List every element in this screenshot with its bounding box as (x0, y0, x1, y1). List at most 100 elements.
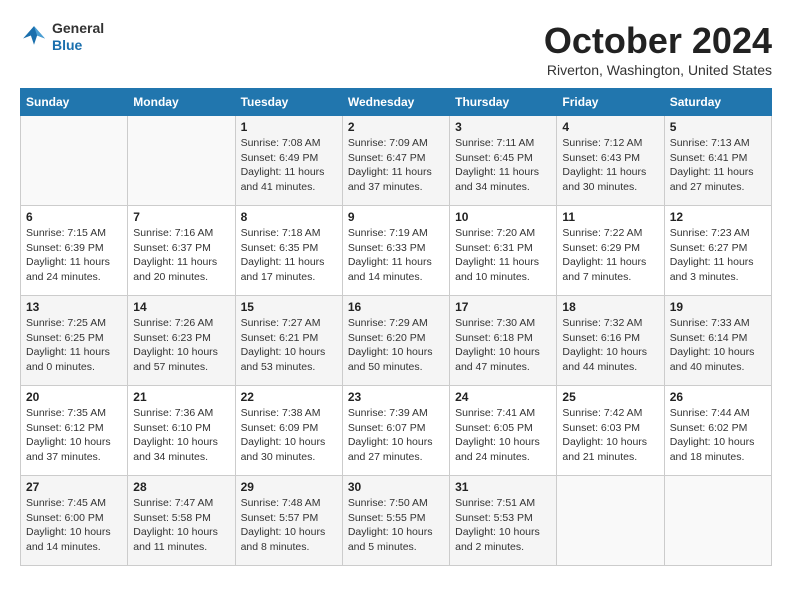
logo-bird-icon (20, 23, 48, 51)
day-number: 24 (455, 390, 551, 404)
day-number: 28 (133, 480, 229, 494)
calendar-day-28: 28 Sunrise: 7:47 AMSunset: 5:58 PMDayligh… (128, 476, 235, 566)
calendar-day-21: 21 Sunrise: 7:36 AMSunset: 6:10 PMDayligh… (128, 386, 235, 476)
day-detail: Sunrise: 7:50 AMSunset: 5:55 PMDaylight:… (348, 496, 444, 555)
calendar-week-row: 13 Sunrise: 7:25 AMSunset: 6:25 PMDayligh… (21, 296, 772, 386)
calendar-day-26: 26 Sunrise: 7:44 AMSunset: 6:02 PMDayligh… (664, 386, 771, 476)
day-detail: Sunrise: 7:22 AMSunset: 6:29 PMDaylight:… (562, 226, 658, 285)
page-header: General Blue October 2024 Riverton, Wash… (20, 20, 772, 78)
day-detail: Sunrise: 7:29 AMSunset: 6:20 PMDaylight:… (348, 316, 444, 375)
day-number: 26 (670, 390, 766, 404)
calendar-day-16: 16 Sunrise: 7:29 AMSunset: 6:20 PMDayligh… (342, 296, 449, 386)
calendar-week-row: 20 Sunrise: 7:35 AMSunset: 6:12 PMDayligh… (21, 386, 772, 476)
calendar-empty-cell (21, 116, 128, 206)
calendar-day-4: 4 Sunrise: 7:12 AMSunset: 6:43 PMDaylight… (557, 116, 664, 206)
calendar-day-13: 13 Sunrise: 7:25 AMSunset: 6:25 PMDayligh… (21, 296, 128, 386)
day-detail: Sunrise: 7:23 AMSunset: 6:27 PMDaylight:… (670, 226, 766, 285)
day-number: 7 (133, 210, 229, 224)
day-number: 13 (26, 300, 122, 314)
calendar-day-24: 24 Sunrise: 7:41 AMSunset: 6:05 PMDayligh… (450, 386, 557, 476)
calendar-empty-cell (557, 476, 664, 566)
calendar-day-30: 30Sunrise: 7:50 AMSunset: 5:55 PMDayligh… (342, 476, 449, 566)
day-detail: Sunrise: 7:47 AMSunset: 5:58 PMDaylight:… (133, 496, 229, 555)
calendar-day-7: 7 Sunrise: 7:16 AMSunset: 6:37 PMDaylight… (128, 206, 235, 296)
day-detail: Sunrise: 7:20 AMSunset: 6:31 PMDaylight:… (455, 226, 551, 285)
day-detail: Sunrise: 7:42 AMSunset: 6:03 PMDaylight:… (562, 406, 658, 465)
day-detail: Sunrise: 7:41 AMSunset: 6:05 PMDaylight:… (455, 406, 551, 465)
day-number: 27 (26, 480, 122, 494)
day-number: 29 (241, 480, 337, 494)
day-number: 8 (241, 210, 337, 224)
day-number: 5 (670, 120, 766, 134)
day-detail: Sunrise: 7:09 AMSunset: 6:47 PMDaylight:… (348, 136, 444, 195)
day-number: 31 (455, 480, 551, 494)
day-number: 12 (670, 210, 766, 224)
calendar-empty-cell (664, 476, 771, 566)
day-number: 15 (241, 300, 337, 314)
calendar-day-9: 9 Sunrise: 7:19 AMSunset: 6:33 PMDaylight… (342, 206, 449, 296)
weekday-header-tuesday: Tuesday (235, 89, 342, 116)
calendar-week-row: 6 Sunrise: 7:15 AMSunset: 6:39 PMDaylight… (21, 206, 772, 296)
logo-text: General Blue (52, 20, 104, 54)
day-number: 2 (348, 120, 444, 134)
calendar-day-23: 23 Sunrise: 7:39 AMSunset: 6:07 PMDayligh… (342, 386, 449, 476)
calendar-header-row: SundayMondayTuesdayWednesdayThursdayFrid… (21, 89, 772, 116)
logo: General Blue (20, 20, 104, 54)
day-detail: Sunrise: 7:44 AMSunset: 6:02 PMDaylight:… (670, 406, 766, 465)
day-detail: Sunrise: 7:27 AMSunset: 6:21 PMDaylight:… (241, 316, 337, 375)
day-detail: Sunrise: 7:25 AMSunset: 6:25 PMDaylight:… (26, 316, 122, 375)
day-number: 6 (26, 210, 122, 224)
day-number: 21 (133, 390, 229, 404)
day-number: 10 (455, 210, 551, 224)
calendar-empty-cell (128, 116, 235, 206)
calendar-day-2: 2 Sunrise: 7:09 AMSunset: 6:47 PMDaylight… (342, 116, 449, 206)
calendar-day-10: 10 Sunrise: 7:20 AMSunset: 6:31 PMDayligh… (450, 206, 557, 296)
day-detail: Sunrise: 7:08 AMSunset: 6:49 PMDaylight:… (241, 136, 337, 195)
day-detail: Sunrise: 7:38 AMSunset: 6:09 PMDaylight:… (241, 406, 337, 465)
day-number: 22 (241, 390, 337, 404)
day-number: 4 (562, 120, 658, 134)
day-detail: Sunrise: 7:15 AMSunset: 6:39 PMDaylight:… (26, 226, 122, 285)
day-detail: Sunrise: 7:16 AMSunset: 6:37 PMDaylight:… (133, 226, 229, 285)
calendar-day-19: 19Sunrise: 7:33 AMSunset: 6:14 PMDayligh… (664, 296, 771, 386)
day-number: 3 (455, 120, 551, 134)
calendar-day-5: 5Sunrise: 7:13 AMSunset: 6:41 PMDaylight… (664, 116, 771, 206)
calendar-day-12: 12 Sunrise: 7:23 AMSunset: 6:27 PMDayligh… (664, 206, 771, 296)
day-number: 25 (562, 390, 658, 404)
day-detail: Sunrise: 7:36 AMSunset: 6:10 PMDaylight:… (133, 406, 229, 465)
day-number: 9 (348, 210, 444, 224)
day-number: 16 (348, 300, 444, 314)
day-detail: Sunrise: 7:39 AMSunset: 6:07 PMDaylight:… (348, 406, 444, 465)
calendar-week-row: 27Sunrise: 7:45 AMSunset: 6:00 PMDayligh… (21, 476, 772, 566)
day-number: 19 (670, 300, 766, 314)
calendar-day-20: 20 Sunrise: 7:35 AMSunset: 6:12 PMDayligh… (21, 386, 128, 476)
day-detail: Sunrise: 7:32 AMSunset: 6:16 PMDaylight:… (562, 316, 658, 375)
day-detail: Sunrise: 7:35 AMSunset: 6:12 PMDaylight:… (26, 406, 122, 465)
calendar-day-3: 3Sunrise: 7:11 AMSunset: 6:45 PMDaylight… (450, 116, 557, 206)
day-number: 11 (562, 210, 658, 224)
day-number: 1 (241, 120, 337, 134)
day-detail: Sunrise: 7:12 AMSunset: 6:43 PMDaylight:… (562, 136, 658, 195)
location-subtitle: Riverton, Washington, United States (544, 62, 772, 78)
day-detail: Sunrise: 7:48 AMSunset: 5:57 PMDaylight:… (241, 496, 337, 555)
day-number: 20 (26, 390, 122, 404)
day-detail: Sunrise: 7:19 AMSunset: 6:33 PMDaylight:… (348, 226, 444, 285)
calendar-day-25: 25 Sunrise: 7:42 AMSunset: 6:03 PMDayligh… (557, 386, 664, 476)
calendar-day-18: 18 Sunrise: 7:32 AMSunset: 6:16 PMDayligh… (557, 296, 664, 386)
weekday-header-thursday: Thursday (450, 89, 557, 116)
day-detail: Sunrise: 7:26 AMSunset: 6:23 PMDaylight:… (133, 316, 229, 375)
weekday-header-monday: Monday (128, 89, 235, 116)
calendar-day-31: 31Sunrise: 7:51 AMSunset: 5:53 PMDayligh… (450, 476, 557, 566)
day-number: 18 (562, 300, 658, 314)
month-year-title: October 2024 (544, 20, 772, 62)
calendar-day-1: 1 Sunrise: 7:08 AMSunset: 6:49 PMDaylight… (235, 116, 342, 206)
calendar-day-8: 8Sunrise: 7:18 AMSunset: 6:35 PMDaylight… (235, 206, 342, 296)
calendar-table: SundayMondayTuesdayWednesdayThursdayFrid… (20, 88, 772, 566)
day-number: 14 (133, 300, 229, 314)
calendar-day-11: 11 Sunrise: 7:22 AMSunset: 6:29 PMDayligh… (557, 206, 664, 296)
day-number: 17 (455, 300, 551, 314)
calendar-day-29: 29 Sunrise: 7:48 AMSunset: 5:57 PMDayligh… (235, 476, 342, 566)
weekday-header-saturday: Saturday (664, 89, 771, 116)
calendar-week-row: 1 Sunrise: 7:08 AMSunset: 6:49 PMDaylight… (21, 116, 772, 206)
day-number: 23 (348, 390, 444, 404)
